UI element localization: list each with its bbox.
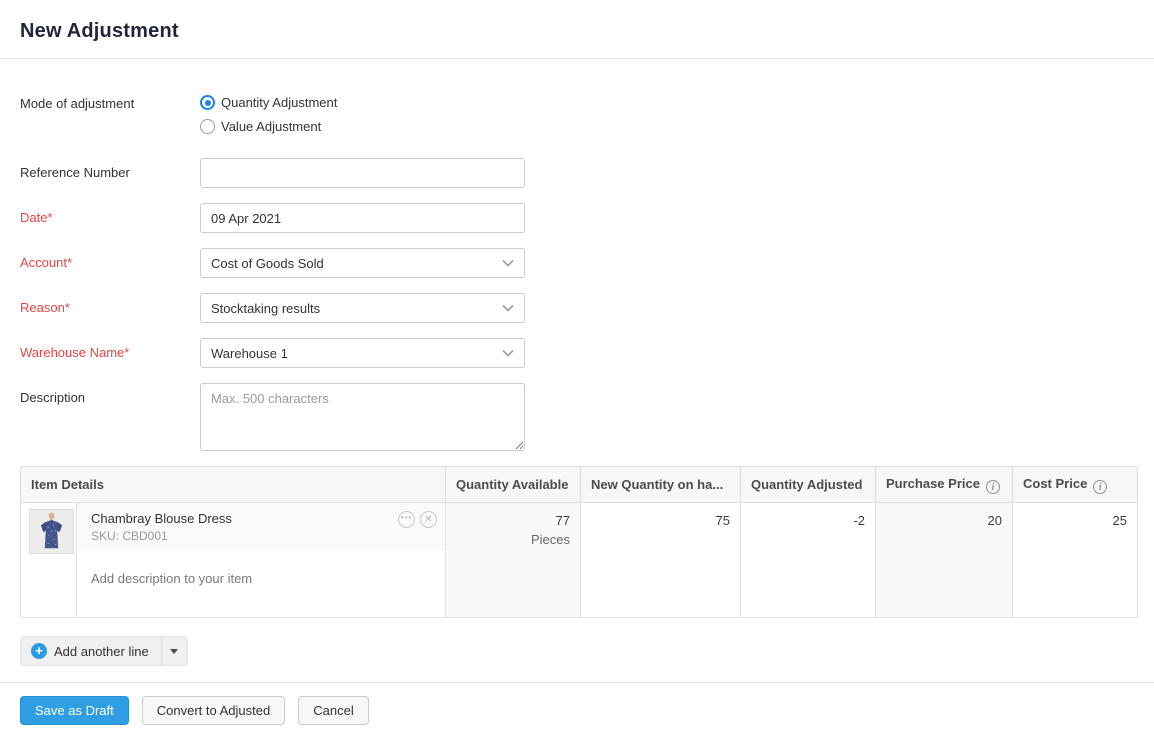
mode-of-adjustment-label: Mode of adjustment [20, 95, 200, 111]
radio-unselected-icon [200, 119, 215, 134]
header-quantity-adjusted: Quantity Adjusted [741, 467, 876, 503]
date-label: Date* [20, 203, 200, 225]
reason-selected-value: Stocktaking results [211, 301, 320, 316]
mode-radio-group: Quantity Adjustment Value Adjustment [200, 95, 525, 143]
warehouse-label: Warehouse Name* [20, 338, 200, 360]
header-purchase-price: Purchase Pricei [876, 467, 1013, 503]
item-sku: SKU: CBD001 [91, 529, 232, 543]
cost-price-value: 25 [1023, 513, 1127, 528]
add-another-line-label: Add another line [54, 644, 149, 659]
description-row: Description [20, 383, 1134, 451]
row-remove-icon[interactable]: ✕ [420, 511, 437, 528]
account-selected-value: Cost of Goods Sold [211, 256, 324, 271]
reference-number-label: Reference Number [20, 158, 200, 180]
chevron-down-icon [502, 304, 514, 312]
info-icon[interactable]: i [1093, 480, 1107, 494]
add-another-line-button[interactable]: + Add another line [20, 636, 188, 666]
item-details-cell: Chambray Blouse Dress SKU: CBD001 ••• ✕ … [21, 503, 446, 618]
item-name: Chambray Blouse Dress [91, 511, 232, 526]
new-quantity-cell[interactable]: 75 [581, 503, 741, 618]
convert-to-adjusted-button[interactable]: Convert to Adjusted [142, 696, 285, 725]
reason-select[interactable]: Stocktaking results [200, 293, 525, 323]
date-row: Date* [20, 203, 1134, 233]
info-icon[interactable]: i [986, 480, 1000, 494]
new-quantity-value: 75 [591, 513, 730, 528]
radio-quantity-adjustment[interactable]: Quantity Adjustment [200, 95, 525, 110]
header-quantity-available: Quantity Available [446, 467, 581, 503]
header-cost-price: Cost Pricei [1013, 467, 1138, 503]
item-main: Chambray Blouse Dress SKU: CBD001 ••• ✕ … [76, 503, 445, 617]
caret-down-icon [170, 649, 178, 654]
date-input[interactable] [200, 203, 525, 233]
warehouse-row: Warehouse Name* Warehouse 1 [20, 338, 1134, 368]
warehouse-select[interactable]: Warehouse 1 [200, 338, 525, 368]
add-line-dropdown-toggle[interactable] [161, 637, 187, 665]
purchase-price-cell: 20 [876, 503, 1013, 618]
plus-icon: + [31, 643, 47, 659]
reason-label: Reason* [20, 293, 200, 315]
save-as-draft-button[interactable]: Save as Draft [20, 696, 129, 725]
header-new-quantity: New Quantity on ha... [581, 467, 741, 503]
quantity-available-cell: 77 Pieces [446, 503, 581, 618]
cost-price-cell[interactable]: 25 [1013, 503, 1138, 618]
add-line-wrap: + Add another line [20, 636, 1154, 666]
quantity-unit: Pieces [456, 532, 570, 547]
account-row: Account* Cost of Goods Sold [20, 248, 1134, 278]
row-more-options-icon[interactable]: ••• [398, 511, 415, 528]
account-select[interactable]: Cost of Goods Sold [200, 248, 525, 278]
warehouse-selected-value: Warehouse 1 [211, 346, 288, 361]
item-image [29, 509, 74, 554]
item-thumbnail-col [21, 503, 76, 617]
reference-number-row: Reference Number [20, 158, 1134, 188]
purchase-price-value: 20 [886, 513, 1002, 528]
description-label: Description [20, 383, 200, 405]
quantity-adjusted-value: -2 [751, 513, 865, 528]
header-item-details: Item Details [21, 467, 446, 503]
chevron-down-icon [502, 259, 514, 267]
page-header: New Adjustment [0, 0, 1154, 59]
reference-number-input[interactable] [200, 158, 525, 188]
account-label: Account* [20, 248, 200, 270]
item-name-strip: Chambray Blouse Dress SKU: CBD001 ••• ✕ [77, 503, 445, 551]
radio-selected-icon [200, 95, 215, 110]
page-title: New Adjustment [20, 20, 1134, 43]
cancel-button[interactable]: Cancel [298, 696, 368, 725]
footer-actions: Save as Draft Convert to Adjusted Cancel [0, 682, 1154, 736]
radio-value-adjustment-label: Value Adjustment [221, 119, 321, 134]
description-textarea[interactable] [200, 383, 525, 451]
mode-of-adjustment-row: Mode of adjustment Quantity Adjustment V… [20, 95, 1134, 143]
adjustment-form: Mode of adjustment Quantity Adjustment V… [0, 59, 1154, 451]
radio-value-adjustment[interactable]: Value Adjustment [200, 119, 525, 134]
reason-row: Reason* Stocktaking results [20, 293, 1134, 323]
quantity-available-value: 77 [456, 513, 570, 528]
quantity-adjusted-cell[interactable]: -2 [741, 503, 876, 618]
item-table: Item Details Quantity Available New Quan… [20, 466, 1138, 618]
radio-quantity-adjustment-label: Quantity Adjustment [221, 95, 337, 110]
chevron-down-icon [502, 349, 514, 357]
table-header-row: Item Details Quantity Available New Quan… [21, 467, 1138, 503]
item-description-placeholder[interactable]: Add description to your item [77, 551, 445, 606]
table-row: Chambray Blouse Dress SKU: CBD001 ••• ✕ … [21, 503, 1138, 618]
